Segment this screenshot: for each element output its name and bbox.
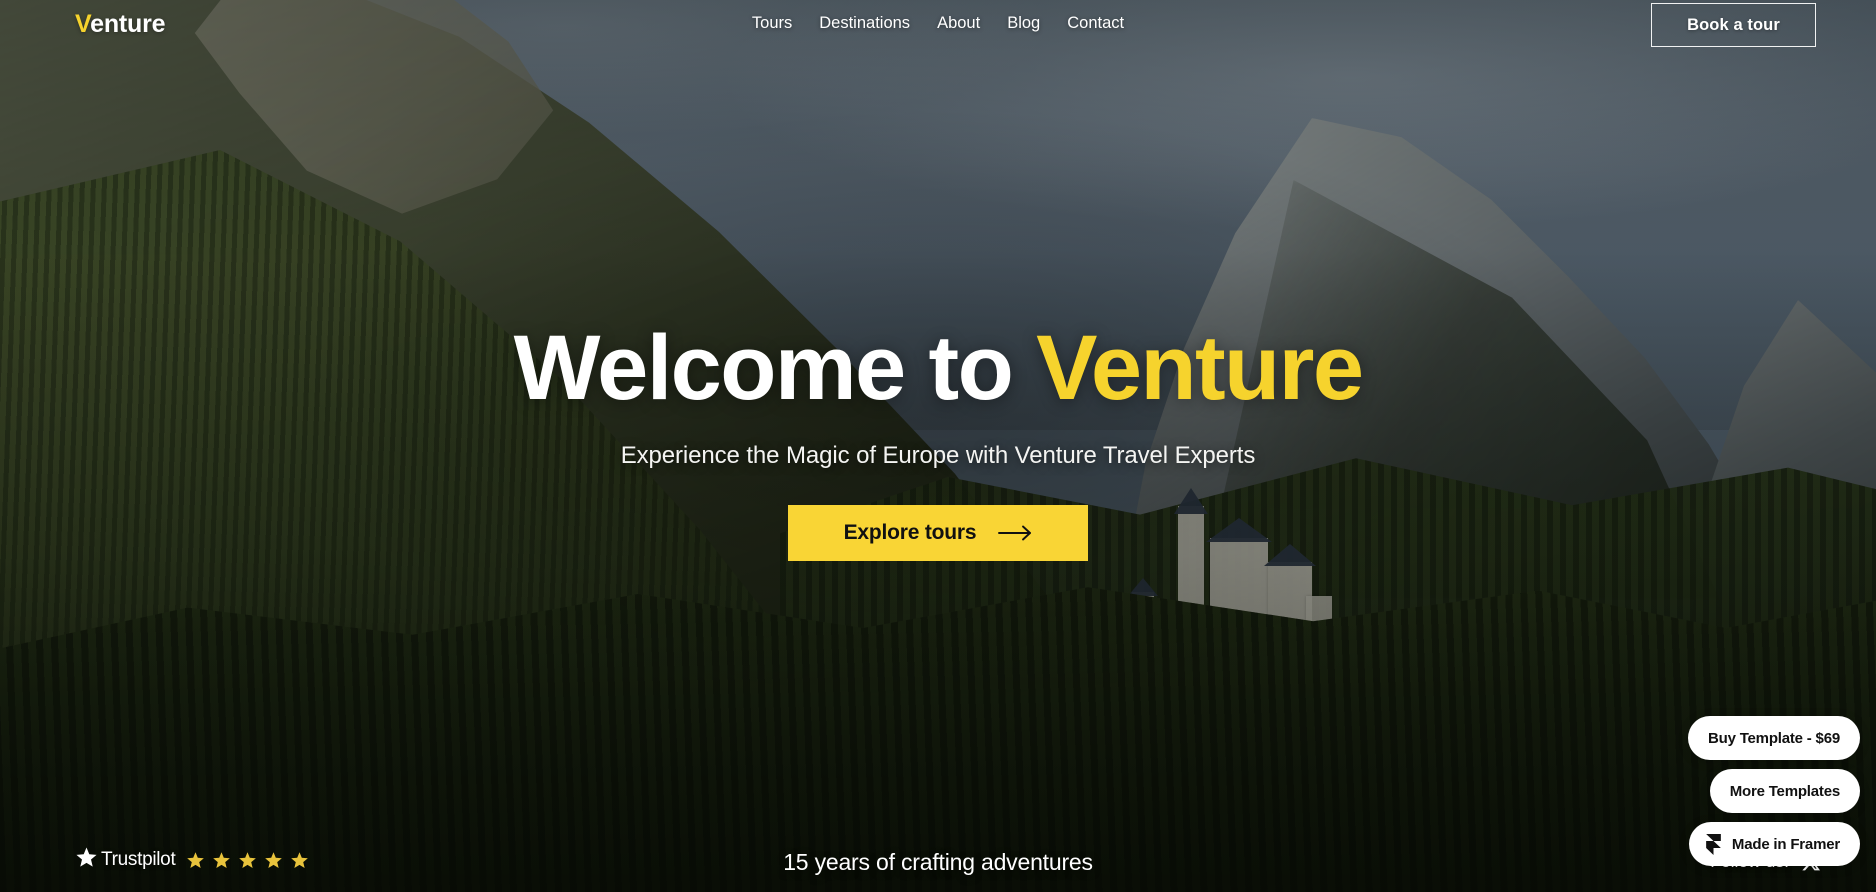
- rating-star-icon: [213, 851, 231, 868]
- brand-logo-rest: enture: [90, 10, 166, 38]
- trustpilot-label: Trustpilot: [101, 849, 176, 870]
- explore-tours-button[interactable]: Explore tours: [788, 505, 1088, 561]
- buy-template-badge[interactable]: Buy Template - $69: [1687, 716, 1860, 760]
- brand-logo[interactable]: Venture: [75, 10, 166, 39]
- site-header: Venture Tours Destinations About Blog Co…: [0, 0, 1876, 58]
- hero-bottom-bar: Trustpilot 15 years of crafting adventur…: [0, 820, 1876, 892]
- hero-title-white: Welcome to: [513, 317, 1037, 419]
- book-a-tour-button[interactable]: Book a tour: [1651, 3, 1816, 47]
- hero-title-accent: Venture: [1036, 317, 1364, 419]
- made-in-framer-badge[interactable]: Made in Framer: [1688, 822, 1860, 866]
- trustpilot-rating[interactable]: Trustpilot: [75, 846, 309, 874]
- hero-tagline: 15 years of crafting adventures: [783, 849, 1093, 875]
- rating-star-icon: [291, 851, 309, 868]
- explore-tours-label: Explore tours: [843, 521, 977, 544]
- rating-star-icon: [187, 851, 205, 868]
- arrow-right-icon: [998, 525, 1032, 541]
- hero-title: Welcome to Venture: [514, 322, 1364, 414]
- brand-logo-accent: V: [75, 10, 91, 38]
- hero-subtitle: Experience the Magic of Europe with Vent…: [620, 442, 1256, 469]
- nav-item-destinations[interactable]: Destinations: [819, 14, 910, 33]
- made-in-framer-label: Made in Framer: [1731, 835, 1840, 853]
- nav-item-tours[interactable]: Tours: [752, 14, 792, 33]
- nav-item-contact[interactable]: Contact: [1067, 14, 1124, 33]
- main-navigation: Tours Destinations About Blog Contact: [752, 14, 1124, 33]
- nav-item-blog[interactable]: Blog: [1007, 14, 1040, 33]
- landing-page: Venture Tours Destinations About Blog Co…: [0, 0, 1876, 892]
- more-templates-badge[interactable]: More Templates: [1709, 769, 1860, 813]
- framer-badge-stack: Buy Template - $69 More Templates Made i…: [1687, 716, 1860, 866]
- rating-star-icon: [265, 851, 283, 868]
- trustpilot-stars: [186, 851, 309, 870]
- trustpilot-brand: Trustpilot: [75, 846, 176, 874]
- nav-item-about[interactable]: About: [937, 14, 980, 33]
- rating-star-icon: [239, 851, 257, 868]
- star-icon: [75, 846, 98, 874]
- framer-logo-icon: [1705, 833, 1722, 855]
